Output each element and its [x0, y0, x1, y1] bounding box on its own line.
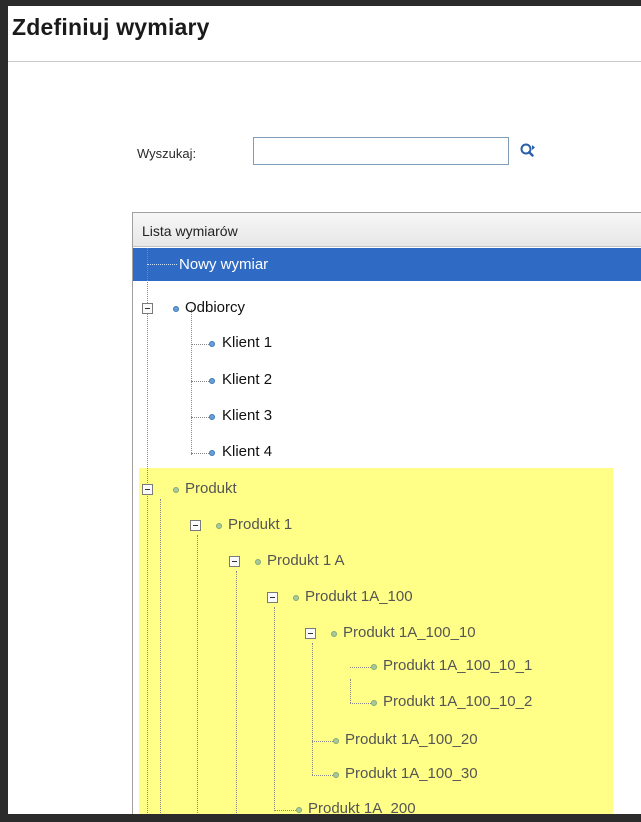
collapse-icon[interactable]	[142, 303, 153, 314]
tree-connector	[191, 381, 209, 382]
node-bullet-icon	[173, 487, 179, 493]
node-bullet-icon	[371, 700, 377, 706]
tree-node-produkt-1a-100[interactable]: Produkt 1A_100	[305, 588, 413, 605]
tree-header: Lista wymiarów	[133, 213, 641, 247]
node-bullet-icon	[209, 450, 215, 456]
tree-node-produkt[interactable]: Produkt	[185, 480, 237, 497]
node-bullet-icon	[209, 341, 215, 347]
title-divider	[8, 61, 641, 62]
search-icon[interactable]	[519, 142, 537, 160]
tree-node-klient-3[interactable]: Klient 3	[222, 407, 272, 424]
node-bullet-icon	[216, 523, 222, 529]
tree-connector	[160, 499, 161, 814]
node-bullet-icon	[255, 559, 261, 565]
node-bullet-icon	[173, 306, 179, 312]
tree-connector	[350, 667, 371, 668]
search-label: Wyszukaj:	[137, 146, 197, 161]
collapse-icon[interactable]	[142, 484, 153, 495]
tree-connector	[191, 344, 209, 345]
tree-node-produkt-1a-200[interactable]: Produkt 1A_200	[308, 800, 416, 814]
tree-connector	[191, 453, 209, 454]
tree-node-produkt-1a-100-10-2[interactable]: Produkt 1A_100_10_2	[383, 693, 532, 710]
window-frame: Zdefiniuj wymiary Wyszukaj: Lista wymiar…	[0, 0, 641, 822]
tree-connector	[312, 643, 313, 775]
tree-connector	[147, 248, 148, 814]
tree-connector	[312, 775, 333, 776]
node-bullet-icon	[293, 595, 299, 601]
node-bullet-icon	[209, 378, 215, 384]
tree-node-klient-4[interactable]: Klient 4	[222, 443, 272, 460]
dimension-tree-panel: Lista wymiarów Nowy wymiar Odbiorcy Klie…	[132, 212, 641, 814]
node-bullet-icon	[296, 807, 302, 813]
tree-connector	[312, 741, 333, 742]
node-bullet-icon	[333, 738, 339, 744]
node-bullet-icon	[371, 664, 377, 670]
page-title: Zdefiniuj wymiary	[12, 14, 210, 40]
tree-connector	[350, 679, 351, 703]
tree-connector	[274, 607, 275, 809]
tree-node-produkt-1a[interactable]: Produkt 1 A	[267, 552, 345, 569]
collapse-icon[interactable]	[305, 628, 316, 639]
collapse-icon[interactable]	[190, 520, 201, 531]
tree-node-odbiorcy[interactable]: Odbiorcy	[185, 299, 245, 316]
tree-node-produkt-1a-100-30[interactable]: Produkt 1A_100_30	[345, 765, 478, 782]
title-bar: Zdefiniuj wymiary	[8, 6, 641, 40]
tree-connector	[191, 417, 209, 418]
node-bullet-icon	[333, 772, 339, 778]
tree-node-klient-1[interactable]: Klient 1	[222, 334, 272, 351]
tree-node-produkt-1a-100-10[interactable]: Produkt 1A_100_10	[343, 624, 476, 641]
tree-node-klient-2[interactable]: Klient 2	[222, 371, 272, 388]
tree-node-produkt-1a-100-10-1[interactable]: Produkt 1A_100_10_1	[383, 657, 532, 674]
tree-node-new-dimension[interactable]: Nowy wymiar	[179, 256, 268, 273]
node-bullet-icon	[209, 414, 215, 420]
tree-connector	[197, 535, 198, 814]
tree-connector	[236, 571, 237, 814]
collapse-icon[interactable]	[267, 592, 278, 603]
tree-node-produkt-1a-100-20[interactable]: Produkt 1A_100_20	[345, 731, 478, 748]
tree-connector	[147, 264, 177, 265]
tree-connector	[350, 703, 371, 704]
tree-connector	[274, 810, 296, 811]
tree-header-label: Lista wymiarów	[142, 223, 238, 239]
collapse-icon[interactable]	[229, 556, 240, 567]
node-bullet-icon	[331, 631, 337, 637]
tree-node-produkt-1[interactable]: Produkt 1	[228, 516, 292, 533]
tree-connector	[191, 309, 192, 455]
search-input[interactable]	[253, 137, 509, 165]
